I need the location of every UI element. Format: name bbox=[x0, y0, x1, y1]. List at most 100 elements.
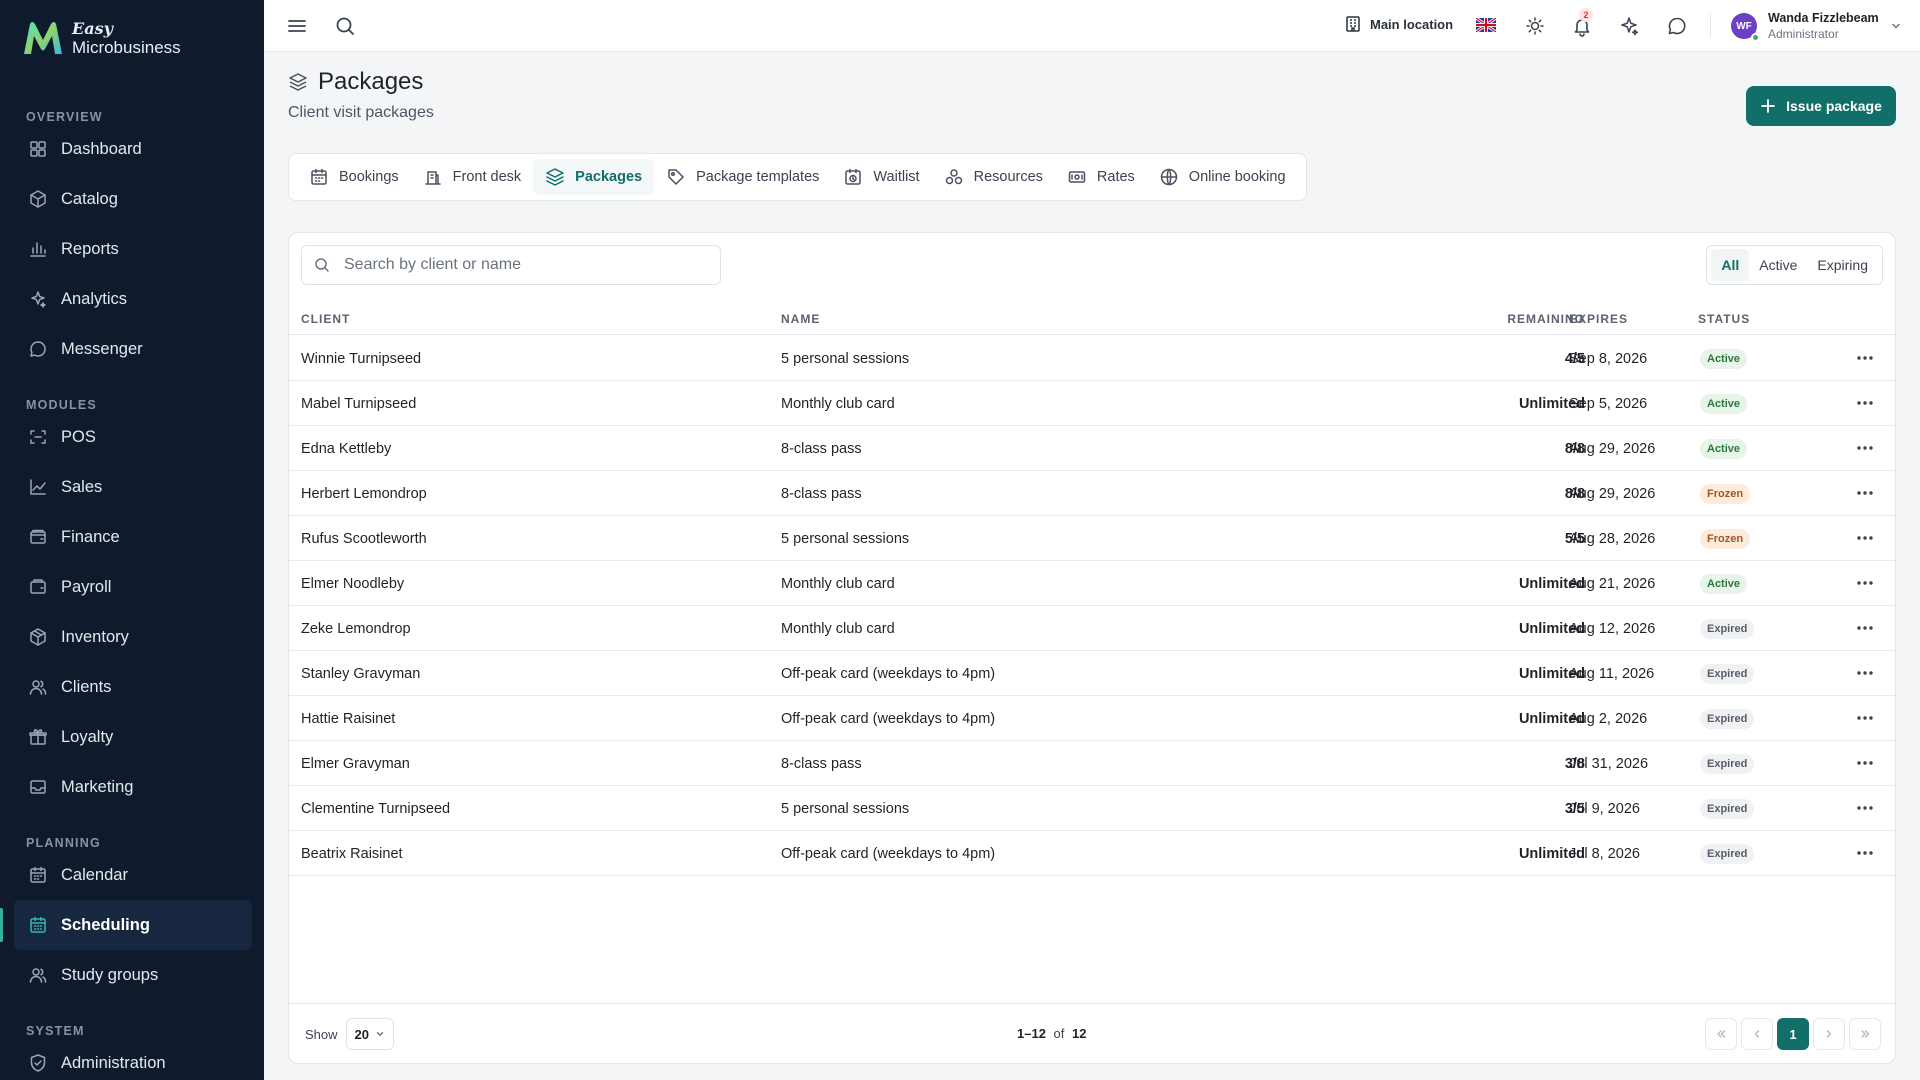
filter-expiring[interactable]: Expiring bbox=[1807, 249, 1878, 281]
topbar: Main location 2 WF Wanda Fizzlebeam Admi… bbox=[264, 0, 1920, 52]
sidebar-item-catalog[interactable]: Catalog bbox=[0, 174, 264, 224]
column-expires[interactable]: EXPIRES bbox=[1569, 303, 1628, 335]
cell-client[interactable]: Beatrix Raisinet bbox=[301, 831, 403, 876]
sun-icon[interactable] bbox=[1524, 15, 1546, 37]
tab-online-booking[interactable]: Online booking bbox=[1147, 159, 1298, 195]
sidebar-item-pos[interactable]: POS bbox=[0, 412, 264, 462]
cell-client[interactable]: Stanley Gravyman bbox=[301, 651, 420, 696]
tab-waitlist[interactable]: Waitlist bbox=[831, 159, 931, 195]
table-row[interactable]: Mabel Turnipseed Monthly club card Unlimit… bbox=[289, 381, 1895, 426]
cell-client[interactable]: Edna Kettleby bbox=[301, 426, 391, 471]
first-page-button[interactable] bbox=[1705, 1018, 1737, 1050]
sidebar-item-label: Analytics bbox=[61, 289, 128, 308]
table-row[interactable]: Rufus Scootleworth 5 personal sessions 5/5… bbox=[289, 516, 1895, 561]
sidebar-item-administration[interactable]: Administration bbox=[0, 1038, 264, 1080]
sidebar-item-inventory[interactable]: Inventory bbox=[0, 612, 264, 662]
uk-flag-icon[interactable] bbox=[1476, 18, 1496, 32]
more-options-icon[interactable] bbox=[1855, 532, 1875, 544]
sidebar-item-analytics[interactable]: Analytics bbox=[0, 274, 264, 324]
sidebar-item-payroll[interactable]: Payroll bbox=[0, 562, 264, 612]
more-options-icon[interactable] bbox=[1855, 712, 1875, 724]
chevron-down-icon[interactable] bbox=[1890, 20, 1902, 32]
brand-logo[interactable]: Easy Microbusiness bbox=[0, 0, 264, 76]
table-row[interactable]: Elmer Gravyman 8-class pass 3/8 Jul 31, 202… bbox=[289, 741, 1895, 786]
cell-package-name: 5 personal sessions bbox=[781, 800, 910, 817]
menu-icon[interactable] bbox=[286, 15, 308, 37]
more-options-icon[interactable] bbox=[1855, 442, 1875, 454]
sidebar-item-dashboard[interactable]: Dashboard bbox=[0, 124, 264, 174]
sidebar-item-label: Calendar bbox=[61, 865, 128, 884]
more-options-icon[interactable] bbox=[1855, 847, 1875, 859]
more-options-icon[interactable] bbox=[1855, 622, 1875, 634]
filter-active[interactable]: Active bbox=[1749, 249, 1807, 281]
table-row[interactable]: Elmer Noodleby Monthly club card Unlimited… bbox=[289, 561, 1895, 606]
more-options-icon[interactable] bbox=[1855, 397, 1875, 409]
table-row[interactable]: Stanley Gravyman Off-peak card (weekdays … bbox=[289, 651, 1895, 696]
location-switcher[interactable]: Main location bbox=[1344, 15, 1453, 33]
sidebar-item-clients[interactable]: Clients bbox=[0, 662, 264, 712]
more-options-icon[interactable] bbox=[1855, 352, 1875, 364]
table-row[interactable]: Zeke Lemondrop Monthly club card Unlimited… bbox=[289, 606, 1895, 651]
sidebar-item-scheduling[interactable]: Scheduling bbox=[0, 900, 252, 950]
cell-client[interactable]: Rufus Scootleworth bbox=[301, 516, 427, 561]
next-page-button[interactable] bbox=[1813, 1018, 1845, 1050]
sidebar-item-marketing[interactable]: Marketing bbox=[0, 762, 264, 812]
sparkles-icon[interactable] bbox=[1618, 15, 1640, 37]
more-options-icon[interactable] bbox=[1855, 667, 1875, 679]
cell-client[interactable]: Clementine Turnipseed bbox=[301, 786, 450, 831]
tab-resources[interactable]: Resources bbox=[932, 159, 1055, 195]
sidebar-item-study-groups[interactable]: Study groups bbox=[0, 950, 264, 1000]
sidebar-item-finance[interactable]: Finance bbox=[0, 512, 264, 562]
nav-section-system: SYSTEM bbox=[26, 1024, 85, 1038]
tab-rates[interactable]: Rates bbox=[1055, 159, 1147, 195]
more-options-icon[interactable] bbox=[1855, 577, 1875, 589]
column-status[interactable]: STATUS bbox=[1698, 303, 1750, 335]
cell-expires: Sep 5, 2026 bbox=[1569, 395, 1648, 412]
issue-package-button[interactable]: Issue package bbox=[1746, 86, 1896, 126]
nav-section-overview: OVERVIEW bbox=[26, 110, 103, 124]
more-options-icon[interactable] bbox=[1855, 802, 1875, 814]
tab-front-desk[interactable]: Front desk bbox=[411, 159, 534, 195]
cell-client[interactable]: Elmer Noodleby bbox=[301, 561, 404, 606]
marketing-icon bbox=[30, 780, 46, 794]
table-row[interactable]: Hattie Raisinet Off-peak card (weekdays t… bbox=[289, 696, 1895, 741]
cell-package-name: Monthly club card bbox=[781, 395, 895, 412]
prev-page-button[interactable] bbox=[1741, 1018, 1773, 1050]
tab-package-templates[interactable]: Package templates bbox=[654, 159, 831, 195]
search-input[interactable] bbox=[344, 256, 704, 274]
table-row[interactable]: Edna Kettleby 8-class pass 8/8 Aug 29, 2026… bbox=[289, 426, 1895, 471]
sidebar-item-messenger[interactable]: Messenger bbox=[0, 324, 264, 374]
column-remaining[interactable]: REMAINING bbox=[1429, 303, 1585, 335]
cell-remaining: Unlimited bbox=[1518, 395, 1585, 412]
table-row[interactable]: Winnie Turnipseed 5 personal sessions 4/5 S… bbox=[289, 336, 1895, 381]
cell-client[interactable]: Hattie Raisinet bbox=[301, 696, 395, 741]
page-button-1[interactable]: 1 bbox=[1777, 1018, 1809, 1050]
sidebar-item-sales[interactable]: Sales bbox=[0, 462, 264, 512]
cell-package-name: Off-peak card (weekdays to 4pm) bbox=[781, 845, 996, 862]
cell-expires: Aug 12, 2026 bbox=[1569, 620, 1656, 637]
filter-all[interactable]: All bbox=[1711, 249, 1750, 281]
cell-client[interactable]: Winnie Turnipseed bbox=[301, 336, 421, 381]
sidebar-item-calendar[interactable]: Calendar bbox=[0, 850, 264, 900]
sidebar-item-reports[interactable]: Reports bbox=[0, 224, 264, 274]
tab-bookings[interactable]: Bookings bbox=[297, 159, 411, 195]
user-menu[interactable]: Wanda Fizzlebeam Administrator bbox=[1768, 11, 1879, 42]
cell-client[interactable]: Mabel Turnipseed bbox=[301, 381, 416, 426]
table-row[interactable]: Herbert Lemondrop 8-class pass 8/8 Aug 29, … bbox=[289, 471, 1895, 516]
column-client[interactable]: CLIENT bbox=[301, 303, 350, 335]
page-size-select[interactable]: 20 bbox=[345, 1018, 394, 1050]
cell-client[interactable]: Elmer Gravyman bbox=[301, 741, 410, 786]
last-page-button[interactable] bbox=[1849, 1018, 1881, 1050]
tab-packages[interactable]: Packages bbox=[533, 159, 655, 195]
cell-client[interactable]: Zeke Lemondrop bbox=[301, 606, 411, 651]
sidebar-item-loyalty[interactable]: Loyalty bbox=[0, 712, 264, 762]
search-box[interactable] bbox=[301, 245, 721, 285]
cell-client[interactable]: Herbert Lemondrop bbox=[301, 471, 427, 516]
search-icon[interactable] bbox=[334, 15, 356, 37]
more-options-icon[interactable] bbox=[1855, 487, 1875, 499]
column-name[interactable]: NAME bbox=[781, 303, 820, 335]
table-row[interactable]: Beatrix Raisinet Off-peak card (weekdays … bbox=[289, 831, 1895, 876]
more-options-icon[interactable] bbox=[1855, 757, 1875, 769]
chat-icon[interactable] bbox=[1666, 15, 1688, 37]
table-row[interactable]: Clementine Turnipseed 5 personal sessions… bbox=[289, 786, 1895, 831]
